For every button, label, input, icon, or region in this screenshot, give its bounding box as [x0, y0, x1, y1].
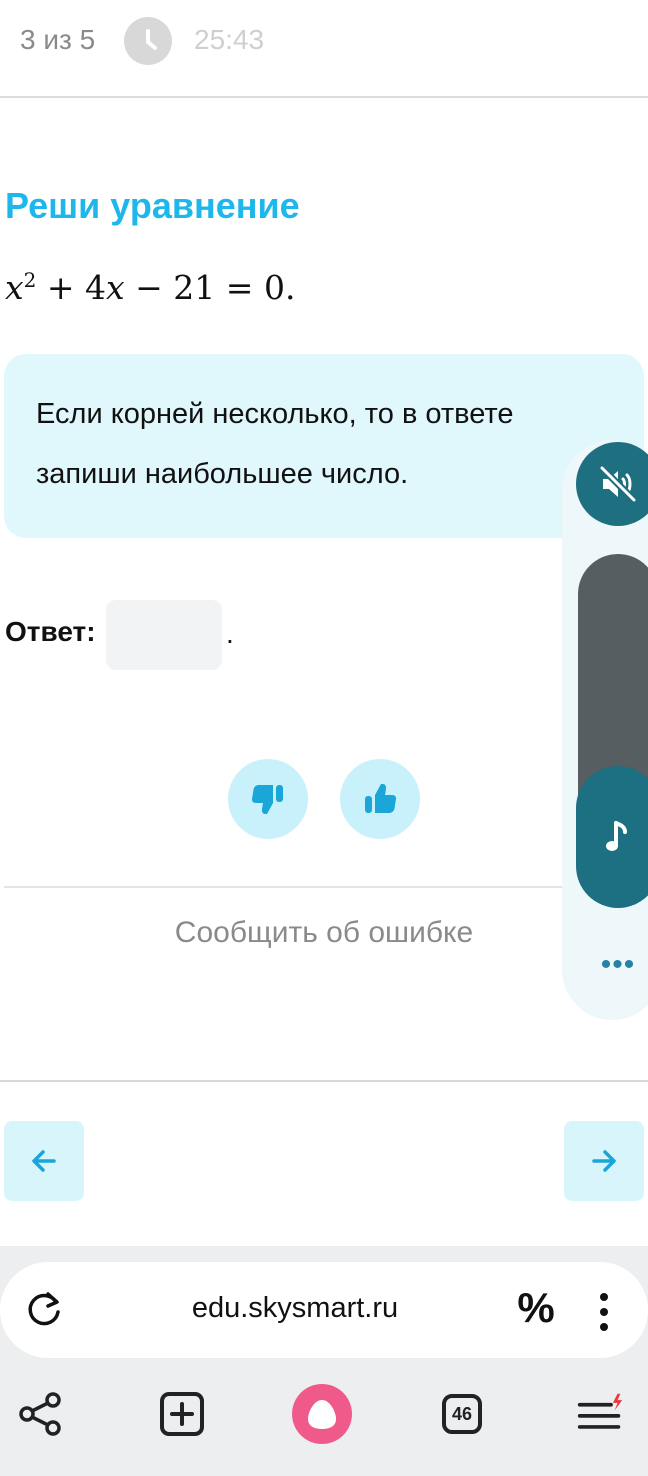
answer-input[interactable]: [106, 600, 222, 670]
reload-button[interactable]: [20, 1286, 68, 1334]
discount-button[interactable]: %: [512, 1284, 560, 1336]
share-button[interactable]: [17, 1390, 65, 1438]
alice-assistant-button[interactable]: [292, 1384, 352, 1444]
share-icon: [19, 1392, 61, 1436]
divider: [0, 1080, 648, 1082]
alice-assistant-icon: [308, 1400, 336, 1429]
clock-icon: [124, 17, 172, 65]
new-tab-button[interactable]: [158, 1390, 206, 1438]
music-note-icon: [606, 821, 627, 851]
question-progress: 3 из 5: [20, 24, 96, 55]
task-title: Реши уравнение: [5, 185, 300, 226]
thumbs-down-icon: [251, 785, 283, 814]
page-menu-button[interactable]: [590, 1288, 618, 1336]
tabs-count: 46: [442, 1394, 482, 1434]
timer: 25:43: [194, 24, 265, 55]
arrow-right-icon: [592, 1150, 616, 1172]
plus-square-icon: [160, 1392, 204, 1436]
thumbs-up-icon: [365, 784, 397, 813]
reload-icon: [28, 1292, 60, 1326]
divider: [4, 886, 584, 888]
test-header: [0, 0, 648, 98]
prev-question-button[interactable]: [4, 1121, 84, 1201]
more-options-button[interactable]: •••: [596, 948, 640, 981]
answer-suffix: .: [226, 618, 234, 649]
browser-menu-button[interactable]: [576, 1390, 624, 1438]
equation: x2 + 4x − 21 = 0.: [5, 268, 296, 307]
url-text[interactable]: edu.skysmart.ru: [150, 1292, 440, 1325]
music-button[interactable]: [576, 766, 648, 908]
kebab-menu-icon: [600, 1293, 608, 1331]
speaker-muted-icon: [598, 464, 638, 504]
answer-label: Ответ:: [5, 616, 96, 647]
dislike-button[interactable]: [228, 759, 308, 839]
hamburger-menu-icon: [577, 1393, 623, 1429]
like-button[interactable]: [340, 759, 420, 839]
next-question-button[interactable]: [564, 1121, 644, 1201]
tabs-button[interactable]: 46: [438, 1390, 486, 1438]
arrow-left-icon: [32, 1150, 56, 1172]
report-error-link[interactable]: Сообщить об ошибке: [0, 916, 648, 950]
hint-text: Если корней несколько, то в ответе запиш…: [36, 398, 514, 490]
